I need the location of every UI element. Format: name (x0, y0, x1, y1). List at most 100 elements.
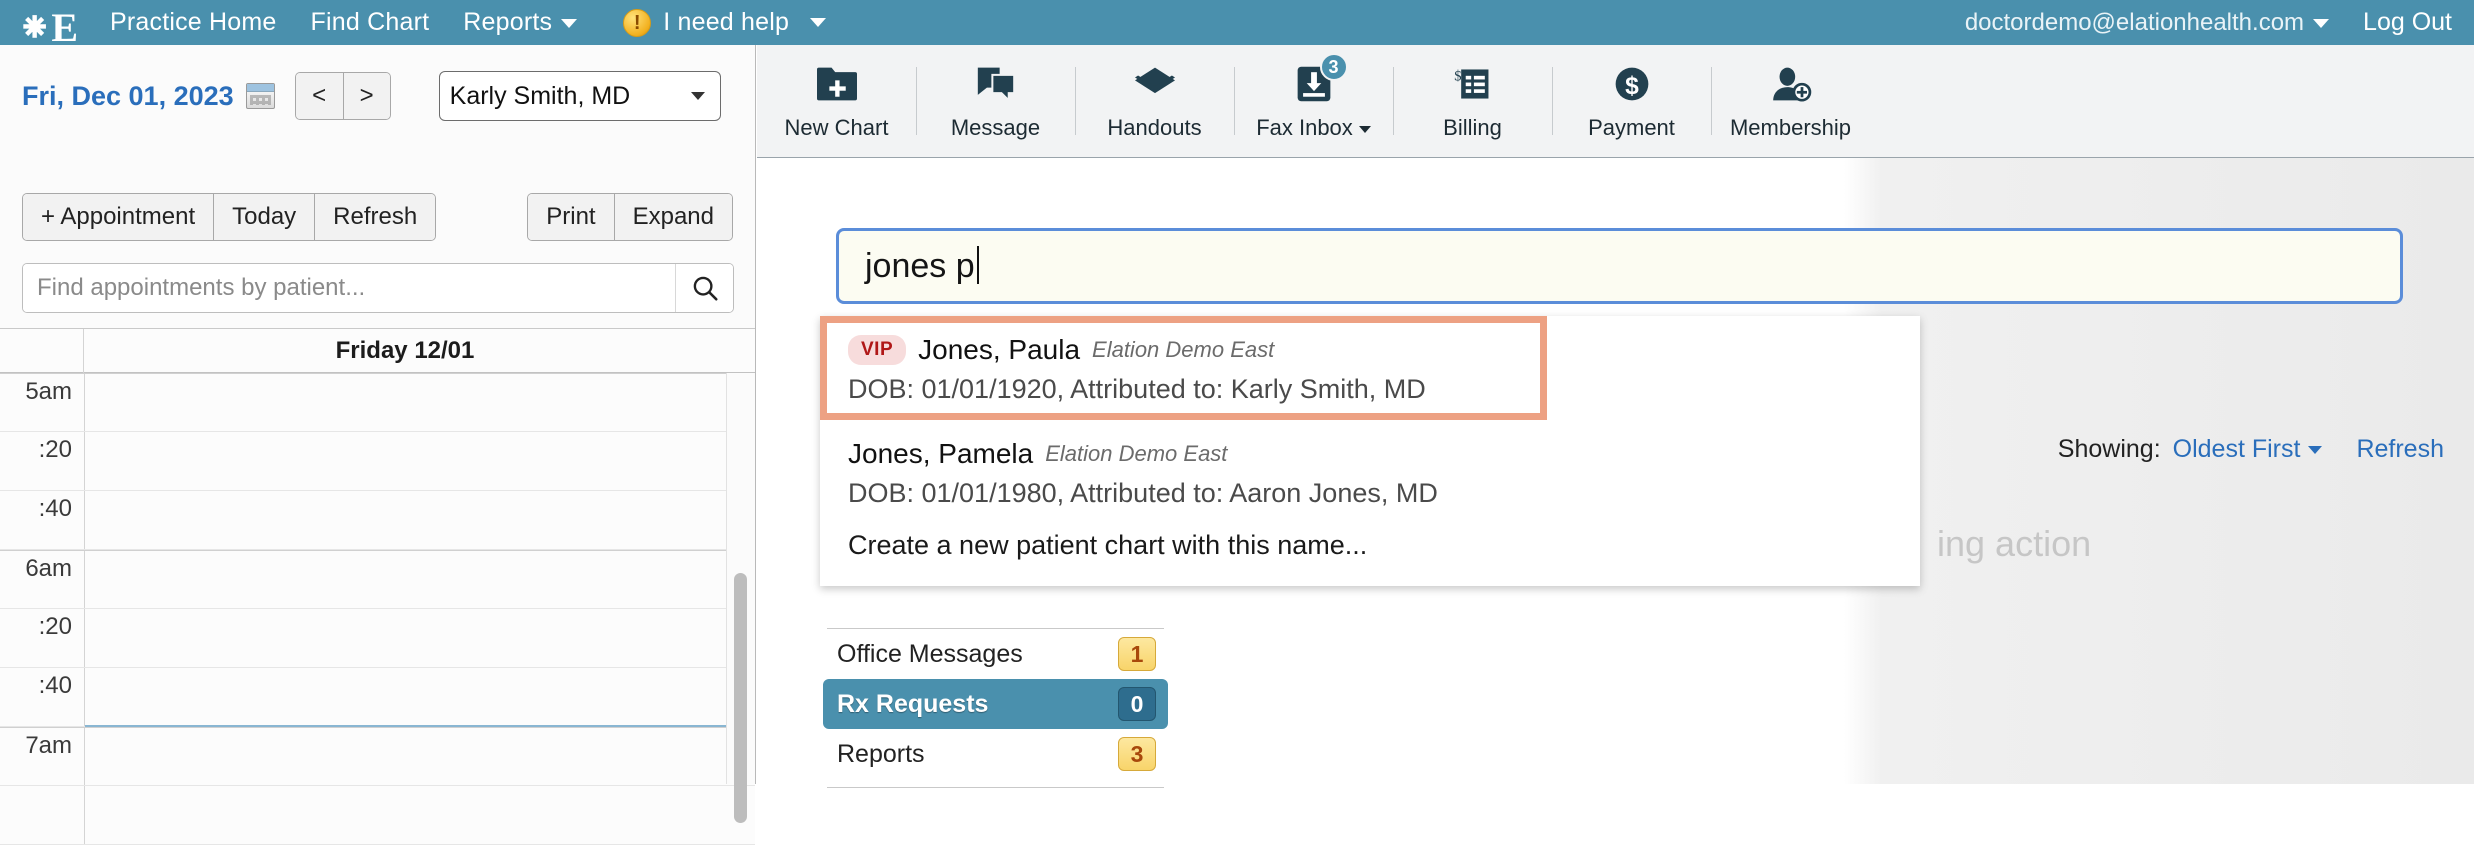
date-nav-group: < > (295, 72, 391, 120)
showing-controls: Showing: Oldest First Refresh (2058, 435, 2444, 464)
showing-sort-dropdown[interactable]: Oldest First (2173, 435, 2323, 464)
search-result-row[interactable]: Jones, Pamela Elation Demo East DOB: 01/… (848, 434, 1848, 509)
main-toolbar: New Chart Message Handouts (757, 45, 2474, 158)
calendar-slot-label: :20 (0, 609, 72, 667)
calendar-slot-label: 7am (0, 728, 72, 785)
appointment-search-input[interactable] (23, 264, 675, 312)
inbox-item-count: 1 (1118, 637, 1156, 671)
payment-icon: $ (1611, 61, 1653, 107)
message-icon (974, 61, 1018, 107)
today-button[interactable]: Today (213, 194, 314, 240)
patient-search-field[interactable]: jones p (836, 228, 2403, 304)
calendar-slot[interactable] (0, 786, 755, 845)
calendar-icon[interactable] (246, 83, 275, 109)
schedule-panel: Fri, Dec 01, 2023 < > Karly Smith, MD + … (0, 45, 756, 784)
svg-text:$: $ (1454, 68, 1461, 84)
appointment-search-button[interactable] (675, 264, 733, 312)
text-cursor (977, 246, 979, 284)
calendar-slot-cell[interactable] (85, 491, 726, 549)
chevron-down-icon (2308, 446, 2322, 454)
schedule-view-actions: Print Expand (527, 193, 733, 241)
inbox-item-reports[interactable]: Reports 3 (823, 729, 1168, 779)
search-result-row[interactable]: VIP Jones, Paula Elation Demo East DOB: … (848, 330, 1848, 405)
toolbar-membership-label: Membership (1730, 115, 1851, 141)
toolbar-handouts[interactable]: Handouts (1075, 45, 1234, 157)
expand-button[interactable]: Expand (614, 194, 732, 240)
calendar-scrollbar-thumb[interactable] (734, 573, 747, 823)
create-new-chart-option[interactable]: Create a new patient chart with this nam… (848, 530, 1848, 561)
nav-i-need-help[interactable]: ! I need help (623, 8, 826, 37)
chevron-down-icon (2313, 19, 2329, 28)
calendar-slot-label: :20 (0, 432, 72, 490)
calendar-slot[interactable]: 5am (0, 373, 755, 432)
patient-search-results-dropdown: VIP Jones, Paula Elation Demo East DOB: … (820, 316, 1920, 586)
account-email-label: doctordemo@elationhealth.com (1965, 9, 2304, 36)
inbox-refresh-link[interactable]: Refresh (2356, 435, 2444, 464)
inbox-item-count: 3 (1118, 737, 1156, 771)
calendar-slot-cell[interactable] (85, 728, 726, 785)
schedule-date-row: Fri, Dec 01, 2023 < > Karly Smith, MD (0, 67, 756, 125)
fax-inbox-badge: 3 (1320, 53, 1348, 81)
toolbar-payment-label: Payment (1588, 115, 1675, 141)
calendar-slot-cell[interactable] (85, 609, 726, 667)
billing-icon: $ (1452, 61, 1494, 107)
calendar-slot[interactable]: :20 (0, 432, 755, 491)
provider-select[interactable]: Karly Smith, MD (439, 71, 721, 121)
appointment-search-box (22, 263, 734, 313)
toolbar-new-chart[interactable]: New Chart (757, 45, 916, 157)
calendar-gutter-header (0, 329, 84, 373)
patient-search-value: jones p (865, 246, 979, 286)
inbox-item-rx-requests[interactable]: Rx Requests 0 (823, 679, 1168, 729)
toolbar-payment[interactable]: $ Payment (1552, 45, 1711, 157)
membership-icon (1769, 61, 1813, 107)
calendar-slot[interactable]: 6am (0, 550, 755, 609)
refresh-schedule-button[interactable]: Refresh (314, 194, 435, 240)
provider-select-wrap: Karly Smith, MD (415, 71, 721, 121)
calendar-header: Friday 12/01 (0, 329, 755, 373)
nav-find-chart[interactable]: Find Chart (311, 8, 430, 37)
next-day-button[interactable]: > (343, 73, 390, 119)
calendar-slot-cell[interactable] (85, 551, 726, 608)
print-button[interactable]: Print (528, 194, 613, 240)
logout-link[interactable]: Log Out (2363, 8, 2452, 37)
inbox-item-office-messages[interactable]: Office Messages 1 (823, 629, 1168, 679)
toolbar-fax-inbox[interactable]: 3 Fax Inbox (1234, 45, 1393, 157)
calendar-slot-label: :40 (0, 491, 72, 549)
create-new-chart-label: Create a new patient chart with this nam… (848, 530, 1367, 560)
toolbar-membership[interactable]: Membership (1711, 45, 1870, 157)
calendar-slot-cell[interactable] (85, 374, 726, 431)
chevron-down-icon (1359, 126, 1371, 133)
schedule-actions-row: + Appointment Today Refresh (22, 193, 436, 241)
calendar-slot-label: 6am (0, 551, 72, 608)
toolbar-fax-inbox-text: Fax Inbox (1256, 115, 1353, 140)
prev-day-button[interactable]: < (296, 73, 343, 119)
account-menu[interactable]: doctordemo@elationhealth.com (1965, 9, 2329, 37)
calendar-body: 5am :20 :40 6am :20 (0, 373, 755, 784)
warning-icon: ! (623, 9, 651, 37)
svg-text:$: $ (1625, 73, 1639, 100)
search-result-org: Elation Demo East (1092, 337, 1274, 363)
calendar-slot[interactable]: :20 (0, 609, 755, 668)
calendar-slot[interactable]: :40 (0, 491, 755, 550)
calendar-slot-cell[interactable] (85, 786, 726, 844)
nav-practice-home[interactable]: Practice Home (110, 8, 277, 37)
nav-reports[interactable]: Reports (463, 8, 577, 37)
list-divider (827, 787, 1164, 788)
calendar-slot[interactable]: 7am (0, 727, 755, 786)
toolbar-billing[interactable]: $ Billing (1393, 45, 1552, 157)
calendar-slot-label: :40 (0, 668, 72, 726)
toolbar-message[interactable]: Message (916, 45, 1075, 157)
add-appointment-button[interactable]: + Appointment (23, 194, 213, 240)
nav-help-label: I need help (663, 8, 789, 37)
calendar-slot-cell[interactable] (85, 432, 726, 490)
search-result-primary-line: VIP Jones, Paula Elation Demo East (848, 330, 1848, 370)
search-icon (690, 273, 720, 303)
calendar-slot-cell[interactable] (85, 668, 726, 726)
new-chart-icon (815, 61, 859, 107)
search-result-detail: DOB: 01/01/1980, Attributed to: Aaron Jo… (848, 478, 1848, 509)
calendar-slot-label: 5am (0, 374, 72, 431)
day-calendar: Friday 12/01 5am :20 :40 6am (0, 328, 755, 784)
calendar-slot[interactable]: :40 (0, 668, 755, 727)
print-expand-group: Print Expand (527, 193, 733, 241)
schedule-date-label: Fri, Dec 01, 2023 (22, 81, 234, 112)
